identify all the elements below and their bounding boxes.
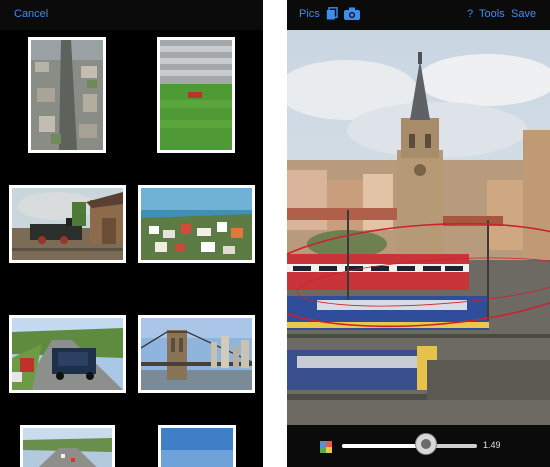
cancel-button[interactable]: Cancel: [14, 8, 48, 20]
camera-icon[interactable]: [344, 7, 360, 23]
pics-button[interactable]: Pics: [299, 8, 320, 20]
blur-slider-fill: [342, 444, 426, 448]
help-button[interactable]: ?: [467, 8, 473, 20]
blur-value-label: 1.49: [483, 440, 501, 450]
photo-picker-screen: Cancel: [0, 0, 263, 467]
blur-slider-thumb[interactable]: [414, 433, 437, 455]
thumbnail-steam-train[interactable]: [9, 185, 126, 263]
tilt-shift-photo[interactable]: [287, 30, 550, 425]
tilt-shift-editor-screen: Pics ? Tools Save 1.49: [287, 0, 550, 467]
copy-icon[interactable]: [326, 7, 338, 23]
thumbnail-highway-truck[interactable]: [9, 315, 126, 393]
thumbnail-stadium-field[interactable]: [157, 37, 235, 153]
picker-top-bar: Cancel: [0, 0, 263, 30]
thumbnail-sky-photo[interactable]: [158, 425, 236, 467]
blur-slider-track[interactable]: [342, 444, 477, 448]
color-palette-icon[interactable]: [320, 440, 332, 453]
thumbnail-brooklyn-bridge[interactable]: [138, 315, 255, 393]
thumbnail-harbor-town[interactable]: [138, 185, 255, 263]
thumbnail-city-aerial[interactable]: [28, 37, 106, 153]
tools-button[interactable]: Tools: [479, 8, 505, 20]
thumbnail-highway-road[interactable]: [20, 425, 115, 467]
save-button[interactable]: Save: [511, 8, 536, 20]
editor-top-bar: Pics ? Tools Save: [287, 0, 550, 30]
